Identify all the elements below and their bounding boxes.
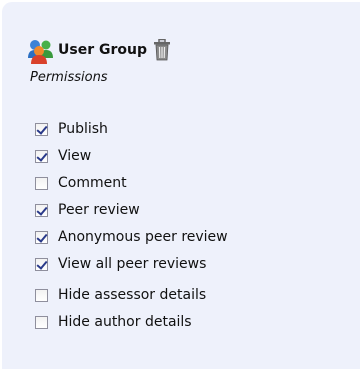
permissions-subtitle: Permissions bbox=[30, 70, 108, 85]
checkbox-comment[interactable] bbox=[35, 176, 48, 190]
permission-label: Publish bbox=[58, 121, 108, 137]
permission-comment[interactable]: Comment bbox=[35, 172, 228, 194]
permissions-list: Publish View Comment Peer review Anonymous p… bbox=[35, 118, 228, 338]
permission-label: Anonymous peer review bbox=[58, 229, 228, 245]
user-group-icon bbox=[26, 36, 54, 64]
group-header: User Group bbox=[26, 36, 171, 64]
permission-label: Hide assessor details bbox=[58, 287, 207, 303]
permission-anonymous-peer-review[interactable]: Anonymous peer review bbox=[35, 226, 228, 248]
permission-publish[interactable]: Publish bbox=[35, 118, 228, 140]
checkbox-hide-assessor-details[interactable] bbox=[35, 288, 48, 302]
checkbox-publish[interactable] bbox=[35, 122, 48, 136]
permission-label: Comment bbox=[58, 175, 127, 191]
permission-view[interactable]: View bbox=[35, 145, 228, 167]
group-panel: User Group Permissions Publish View Commen… bbox=[2, 2, 360, 369]
permission-peer-review[interactable]: Peer review bbox=[35, 199, 228, 221]
permission-view-all-peer-reviews[interactable]: View all peer reviews bbox=[35, 253, 228, 275]
permission-label: View bbox=[58, 148, 92, 164]
checkbox-view[interactable] bbox=[35, 149, 48, 163]
permission-label: View all peer reviews bbox=[58, 256, 207, 272]
checkbox-anonymous-peer-review[interactable] bbox=[35, 230, 48, 244]
checkbox-hide-author-details[interactable] bbox=[35, 315, 48, 329]
group-title: User Group bbox=[58, 42, 147, 58]
permission-hide-author-details[interactable]: Hide author details bbox=[35, 311, 228, 333]
permission-label: Hide author details bbox=[58, 314, 192, 330]
checkbox-peer-review[interactable] bbox=[35, 203, 48, 217]
permission-label: Peer review bbox=[58, 202, 140, 218]
checkbox-view-all-peer-reviews[interactable] bbox=[35, 257, 48, 271]
permission-hide-assessor-details[interactable]: Hide assessor details bbox=[35, 284, 228, 306]
trash-icon[interactable] bbox=[153, 38, 171, 61]
